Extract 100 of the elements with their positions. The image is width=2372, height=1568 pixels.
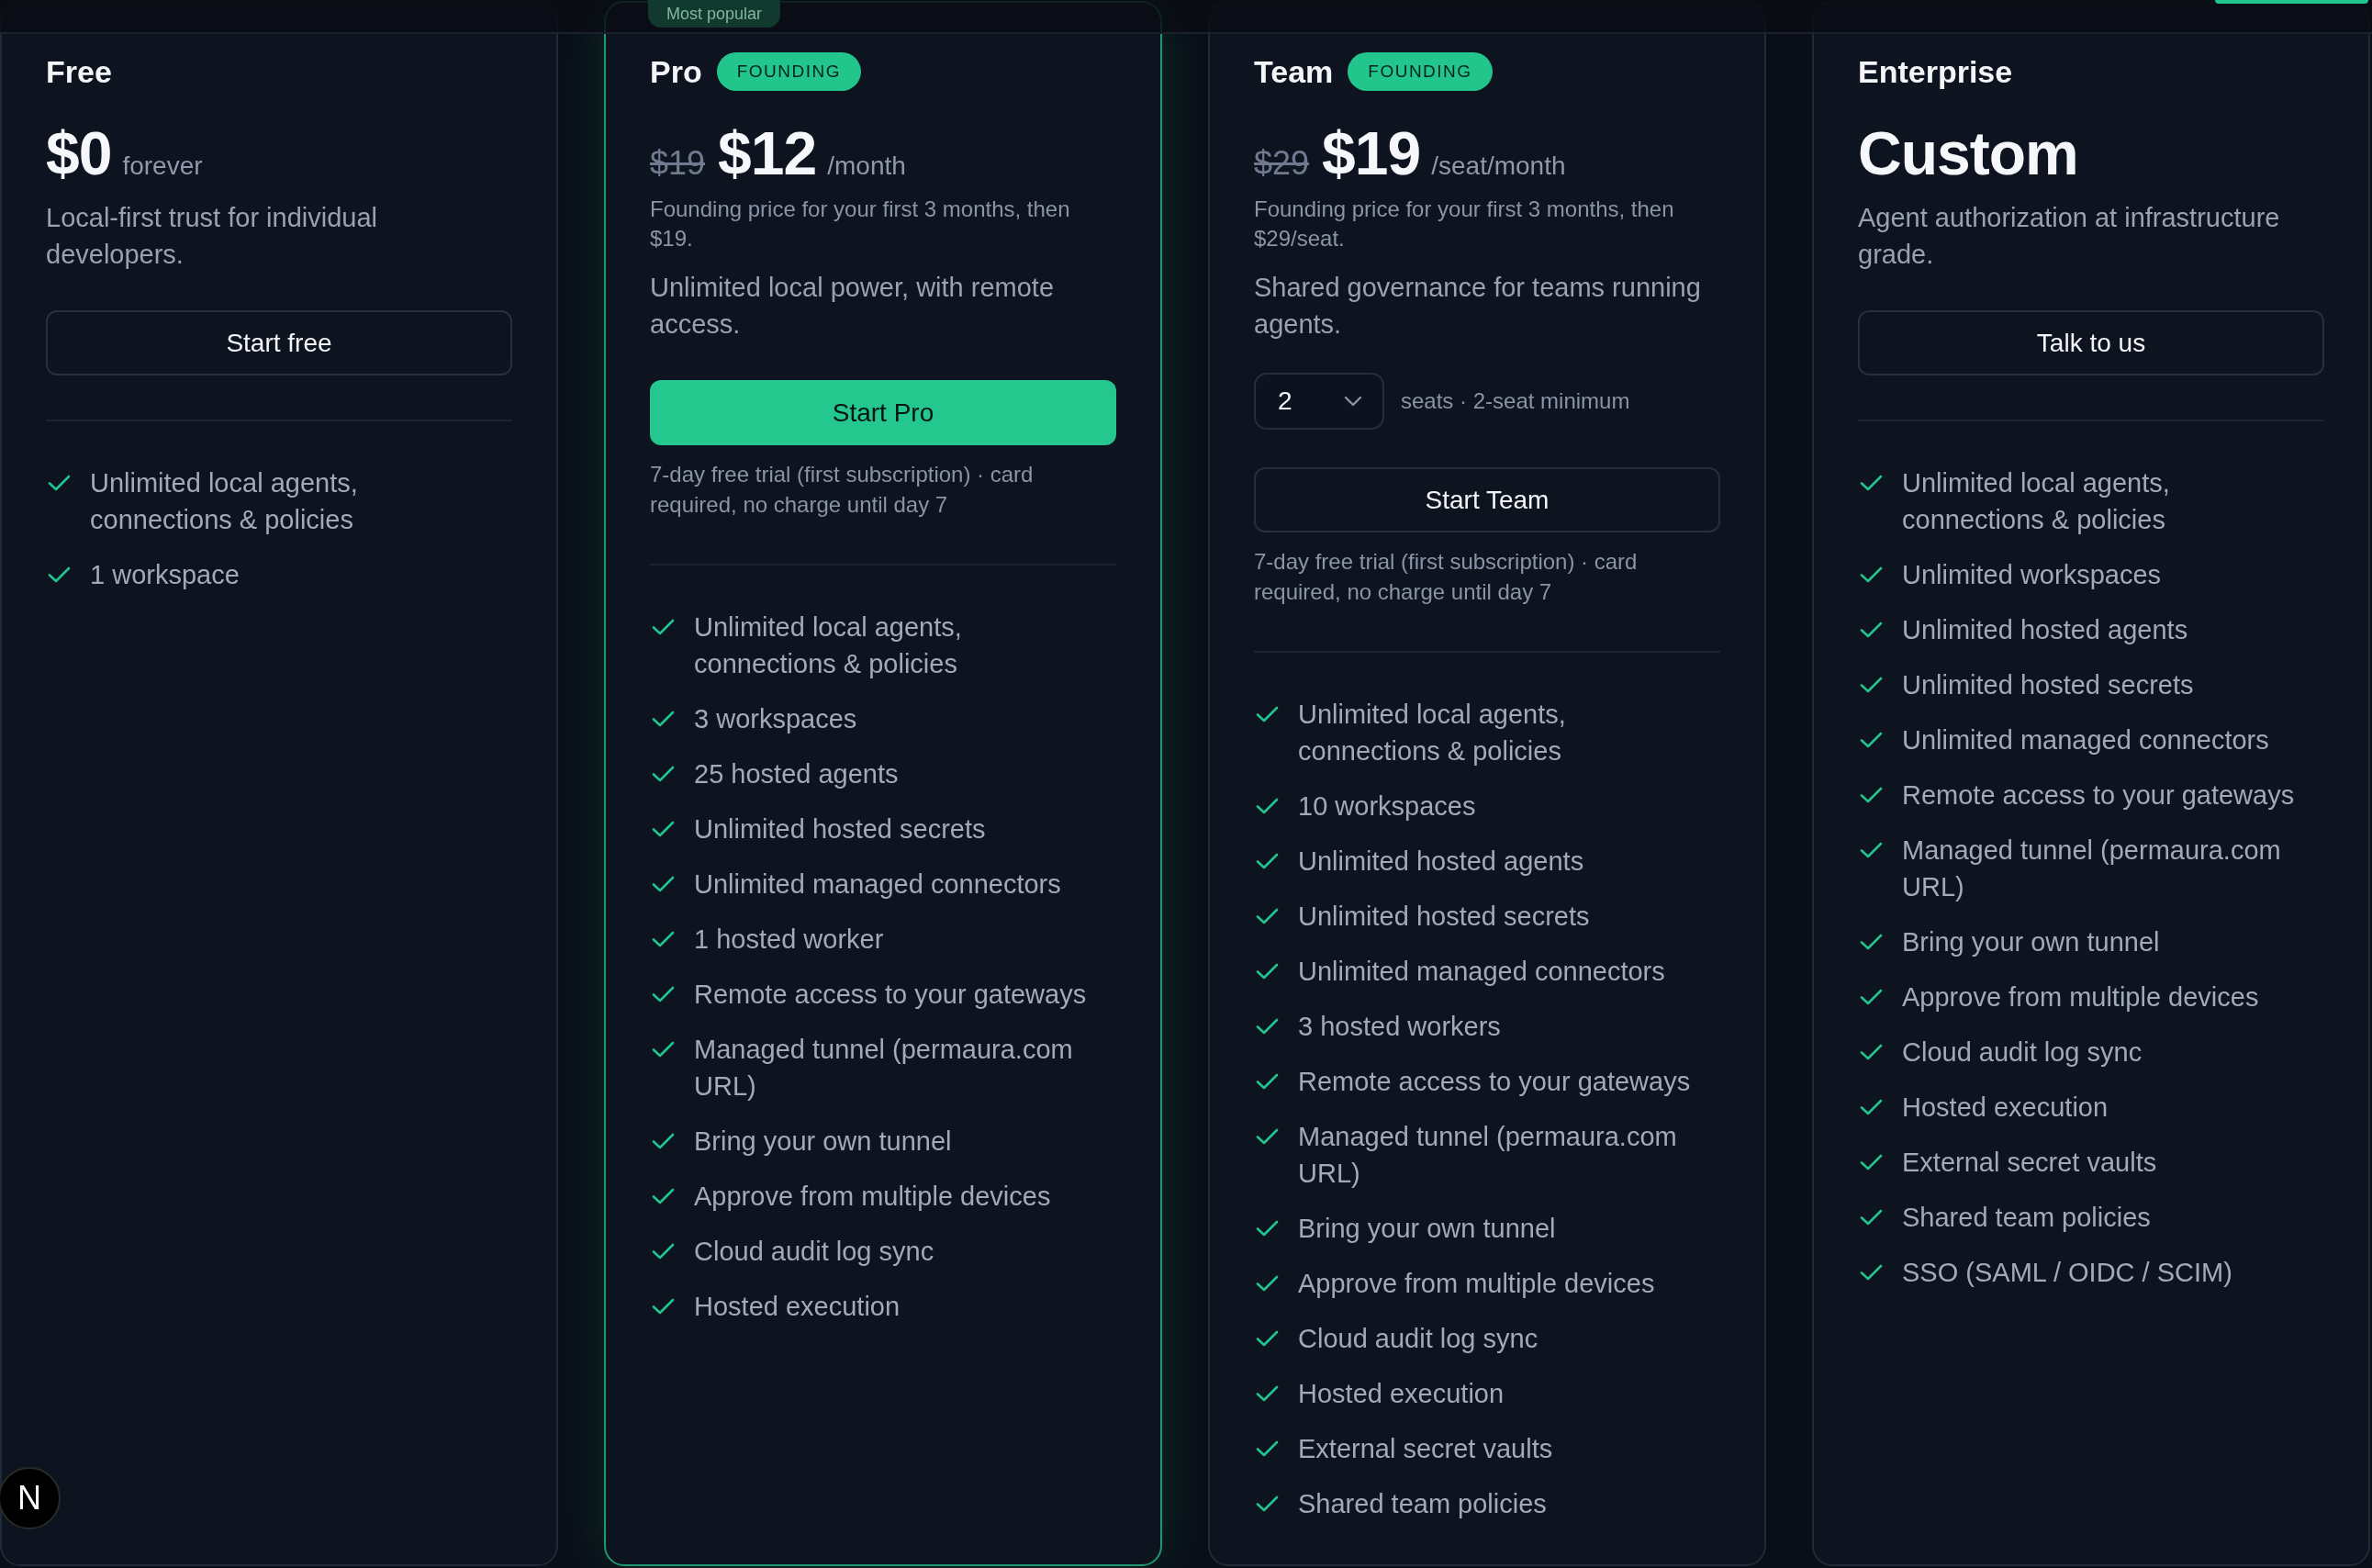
feature-text: Bring your own tunnel xyxy=(694,1126,952,1158)
check-icon xyxy=(1256,1128,1279,1145)
feature-text: Cloud audit log sync xyxy=(1902,1036,2143,1069)
plan-description: Agent authorization at infrastructure grade. xyxy=(1858,202,2281,271)
check-icon xyxy=(1256,1073,1279,1090)
feature-text: Unlimited workspaces xyxy=(1902,559,2162,591)
feature-text: Unlimited local agents, connections & policies xyxy=(90,467,359,536)
check-icon xyxy=(1860,732,1883,748)
feature-text: Remote access to your gateways xyxy=(1902,779,2295,812)
feature-text: Unlimited managed connectors xyxy=(1298,956,1665,988)
price: $19 xyxy=(1322,123,1421,184)
feature-text: 1 workspace xyxy=(90,559,240,591)
check-icon xyxy=(1256,798,1279,814)
check-icon xyxy=(652,766,675,782)
feature-text: Unlimited hosted secrets xyxy=(1902,669,2194,701)
feature-text: External secret vaults xyxy=(1902,1147,2157,1179)
feature-text: Hosted execution xyxy=(694,1291,901,1323)
check-icon xyxy=(1860,1099,1883,1115)
popular-badge: Most popular xyxy=(648,0,781,28)
plan-title: Free xyxy=(46,53,112,91)
check-icon xyxy=(652,986,675,1002)
cta-button[interactable]: Start Team xyxy=(1254,467,1720,532)
check-icon xyxy=(1256,1220,1279,1237)
feature-text: 10 workspaces xyxy=(1298,790,1476,823)
check-icon xyxy=(1860,475,1883,491)
check-icon xyxy=(652,619,675,635)
feature-text: Unlimited hosted secrets xyxy=(1298,901,1590,933)
trial-note: 7-day free trial (first subscription) · card required, no charge until day 7 xyxy=(650,461,1035,519)
feature-text: Unlimited local agents, connections & policies xyxy=(1902,467,2171,536)
feature-text: Cloud audit log sync xyxy=(694,1236,934,1268)
plan-description: Unlimited local power, with remote access. xyxy=(650,272,1055,341)
feature-text: 25 hosted agents xyxy=(694,758,899,790)
plan-description: Local-first trust for individual developers. xyxy=(46,202,379,271)
check-icon xyxy=(1860,989,1883,1005)
cta-button[interactable]: Talk to us xyxy=(1858,310,2324,375)
check-icon xyxy=(1860,842,1883,858)
old-price: $29 xyxy=(1254,144,1310,183)
check-icon xyxy=(48,566,71,583)
check-icon xyxy=(1256,1018,1279,1035)
check-icon xyxy=(1860,622,1883,638)
check-icon xyxy=(1860,1264,1883,1281)
feature-text: Cloud audit log sync xyxy=(1298,1323,1538,1355)
check-icon xyxy=(652,1133,675,1149)
check-icon xyxy=(1860,566,1883,583)
plan-title: Team xyxy=(1254,53,1334,91)
feature-text: Managed tunnel (permaura.com URL) xyxy=(1902,834,2282,903)
feature-text: Remote access to your gateways xyxy=(1298,1066,1691,1098)
feature-text: Approve from multiple devices xyxy=(694,1181,1051,1213)
feature-text: Unlimited hosted agents xyxy=(1902,614,2188,646)
check-icon xyxy=(652,711,675,727)
price: Custom xyxy=(1858,123,2078,184)
price-note: Founding price for your first 3 months, then $19. xyxy=(650,196,1071,252)
feature-text: Unlimited managed connectors xyxy=(1902,724,2269,756)
plan-description: Shared governance for teams running agents. xyxy=(1254,272,1702,341)
header-button[interactable] xyxy=(2215,0,2368,4)
feature-text: Shared team policies xyxy=(1902,1202,2151,1234)
feature-text: 1 hosted worker xyxy=(694,924,884,956)
plan-badge: FOUNDING xyxy=(716,52,861,91)
feature-text: 3 hosted workers xyxy=(1298,1011,1501,1043)
feature-text: Managed tunnel (permaura.com URL) xyxy=(1298,1121,1678,1190)
price-period: /month xyxy=(827,151,906,181)
check-icon xyxy=(1256,963,1279,980)
feature-text: Remote access to your gateways xyxy=(694,979,1087,1011)
feature-text: Managed tunnel (permaura.com URL) xyxy=(694,1034,1074,1103)
feature-text: Unlimited local agents, connections & policies xyxy=(694,611,963,680)
check-icon xyxy=(652,1188,675,1204)
feature-text: Hosted execution xyxy=(1298,1378,1505,1410)
feature-text: External secret vaults xyxy=(1298,1433,1553,1465)
cta-button[interactable]: Start Pro xyxy=(650,380,1116,445)
cta-button[interactable]: Start free xyxy=(46,310,512,375)
check-icon xyxy=(1256,1330,1279,1347)
check-icon xyxy=(1860,1154,1883,1170)
plan-title: Enterprise xyxy=(1858,53,2013,91)
check-icon xyxy=(1256,1385,1279,1402)
old-price: $19 xyxy=(650,144,706,183)
seat-hint: seats · 2-seat minimum xyxy=(1401,388,1630,414)
feature-text: Hosted execution xyxy=(1902,1092,2109,1124)
feature-text: Unlimited local agents, connections & policies xyxy=(1298,699,1567,767)
check-icon xyxy=(652,876,675,892)
chevron-down-icon xyxy=(1344,396,1362,407)
seat-select[interactable]: 2 xyxy=(1254,373,1384,430)
plan-title: Pro xyxy=(650,53,702,91)
price: $0 xyxy=(46,123,112,184)
feature-text: Unlimited managed connectors xyxy=(694,868,1061,901)
feature-text: Bring your own tunnel xyxy=(1902,926,2160,958)
price: $12 xyxy=(718,123,817,184)
check-icon xyxy=(1860,1044,1883,1060)
price-note: Founding price for your first 3 months, then $29/seat. xyxy=(1254,196,1675,252)
feature-text: Unlimited hosted agents xyxy=(1298,846,1584,878)
check-icon xyxy=(652,1041,675,1058)
check-icon xyxy=(1860,1209,1883,1226)
trial-note: 7-day free trial (first subscription) · card required, no charge until day 7 xyxy=(1254,548,1639,606)
feature-text: Approve from multiple devices xyxy=(1902,981,2259,1014)
feature-text: Unlimited hosted secrets xyxy=(694,813,986,846)
check-icon xyxy=(48,475,71,491)
check-icon xyxy=(1256,908,1279,924)
check-icon xyxy=(652,821,675,837)
check-icon xyxy=(652,1243,675,1260)
feature-text: 3 workspaces xyxy=(694,703,857,735)
check-icon xyxy=(1256,1440,1279,1457)
